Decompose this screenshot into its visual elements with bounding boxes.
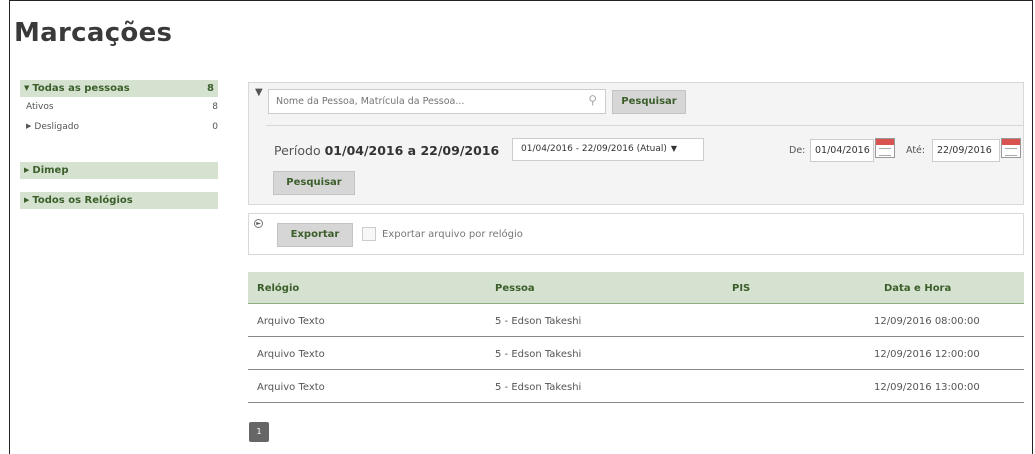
cell-data-hora: 12/09/2016 13:00:00 xyxy=(874,382,980,393)
table-header: Relógio Pessoa PIS Data e Hora xyxy=(248,272,1024,304)
table-row[interactable]: Arquivo Texto 5 - Edson Takeshi 12/09/20… xyxy=(248,370,1024,403)
sidebar-item-label: Desligado xyxy=(34,122,79,132)
export-per-clock-checkbox[interactable] xyxy=(362,227,376,241)
sidebar-item-label: Ativos xyxy=(26,102,54,112)
cell-data-hora: 12/09/2016 08:00:00 xyxy=(874,316,980,327)
search-button[interactable]: Pesquisar xyxy=(612,90,686,114)
search-icon[interactable]: ⚲ xyxy=(588,93,597,107)
expanded-triangle-icon: ▼ xyxy=(24,84,30,92)
sidebar-group-todas-as-pessoas[interactable]: ▼ Todas as pessoas 8 xyxy=(20,80,218,97)
collapse-toggle-icon[interactable]: ► xyxy=(254,219,263,228)
periodo-range: 01/04/2016 a 22/09/2016 xyxy=(324,143,500,158)
search-input[interactable] xyxy=(269,90,583,113)
periodo-select[interactable]: 01/04/2016 - 22/09/2016 (Atual) ▼ xyxy=(512,138,704,161)
export-per-clock-label: Exportar arquivo por relógio xyxy=(382,229,523,240)
sidebar-group-count: 8 xyxy=(207,83,214,94)
pagination-page-button[interactable]: 1 xyxy=(249,422,269,442)
sidebar-group-dimep[interactable]: ▶ Dimep xyxy=(20,162,218,179)
column-header-pis[interactable]: PIS xyxy=(732,283,750,294)
sidebar-group-todos-os-relogios[interactable]: ▶ Todos os Relógios xyxy=(20,192,218,209)
search-box: ⚲ xyxy=(268,89,606,114)
cell-pessoa: 5 - Edson Takeshi xyxy=(495,349,582,360)
page-title: Marcações xyxy=(14,18,173,48)
cell-pessoa: 5 - Edson Takeshi xyxy=(495,382,582,393)
chevron-down-icon: ▼ xyxy=(670,144,678,153)
column-header-relogio[interactable]: Relógio xyxy=(257,283,299,294)
calendar-icon[interactable] xyxy=(875,138,895,158)
table-row[interactable]: Arquivo Texto 5 - Edson Takeshi 12/09/20… xyxy=(248,304,1024,337)
funnel-icon[interactable]: ▼ xyxy=(255,87,263,98)
cell-relogio: Arquivo Texto xyxy=(257,349,325,360)
sidebar-item-ativos[interactable]: Ativos 8 xyxy=(26,102,218,112)
ate-label: Até: xyxy=(906,145,926,156)
periodo-select-value: 01/04/2016 - 22/09/2016 (Atual) xyxy=(521,144,667,154)
sidebar-item-count: 0 xyxy=(212,122,218,132)
table-row[interactable]: Arquivo Texto 5 - Edson Takeshi 12/09/20… xyxy=(248,337,1024,370)
column-header-pessoa[interactable]: Pessoa xyxy=(495,283,535,294)
ate-date-field[interactable]: 22/09/2016 xyxy=(932,139,1000,162)
sidebar-item-count: 8 xyxy=(212,102,218,112)
cell-pessoa: 5 - Edson Takeshi xyxy=(495,316,582,327)
de-label: De: xyxy=(789,145,806,156)
export-button[interactable]: Exportar xyxy=(277,223,353,247)
periodo-prefix: Período xyxy=(274,143,321,158)
collapsed-triangle-icon: ▶ xyxy=(24,166,30,174)
periodo-label: Período 01/04/2016 a 22/09/2016 xyxy=(274,143,499,158)
sidebar-group-label: Dimep xyxy=(32,165,69,176)
cell-data-hora: 12/09/2016 12:00:00 xyxy=(874,349,980,360)
divider xyxy=(266,125,1024,126)
sidebar-item-desligado[interactable]: ▶ Desligado 0 xyxy=(26,122,218,132)
sidebar-group-label: Todos os Relógios xyxy=(32,195,133,206)
periodo-search-button[interactable]: Pesquisar xyxy=(273,171,355,195)
cell-relogio: Arquivo Texto xyxy=(257,316,325,327)
calendar-icon[interactable] xyxy=(1001,138,1021,158)
cell-relogio: Arquivo Texto xyxy=(257,382,325,393)
de-date-field[interactable]: 01/04/2016 xyxy=(810,139,874,162)
sidebar-group-label: Todas as pessoas xyxy=(32,83,130,94)
column-header-data-hora[interactable]: Data e Hora xyxy=(884,283,951,294)
collapsed-triangle-icon: ▶ xyxy=(24,196,30,204)
collapsed-triangle-icon: ▶ xyxy=(26,122,32,130)
